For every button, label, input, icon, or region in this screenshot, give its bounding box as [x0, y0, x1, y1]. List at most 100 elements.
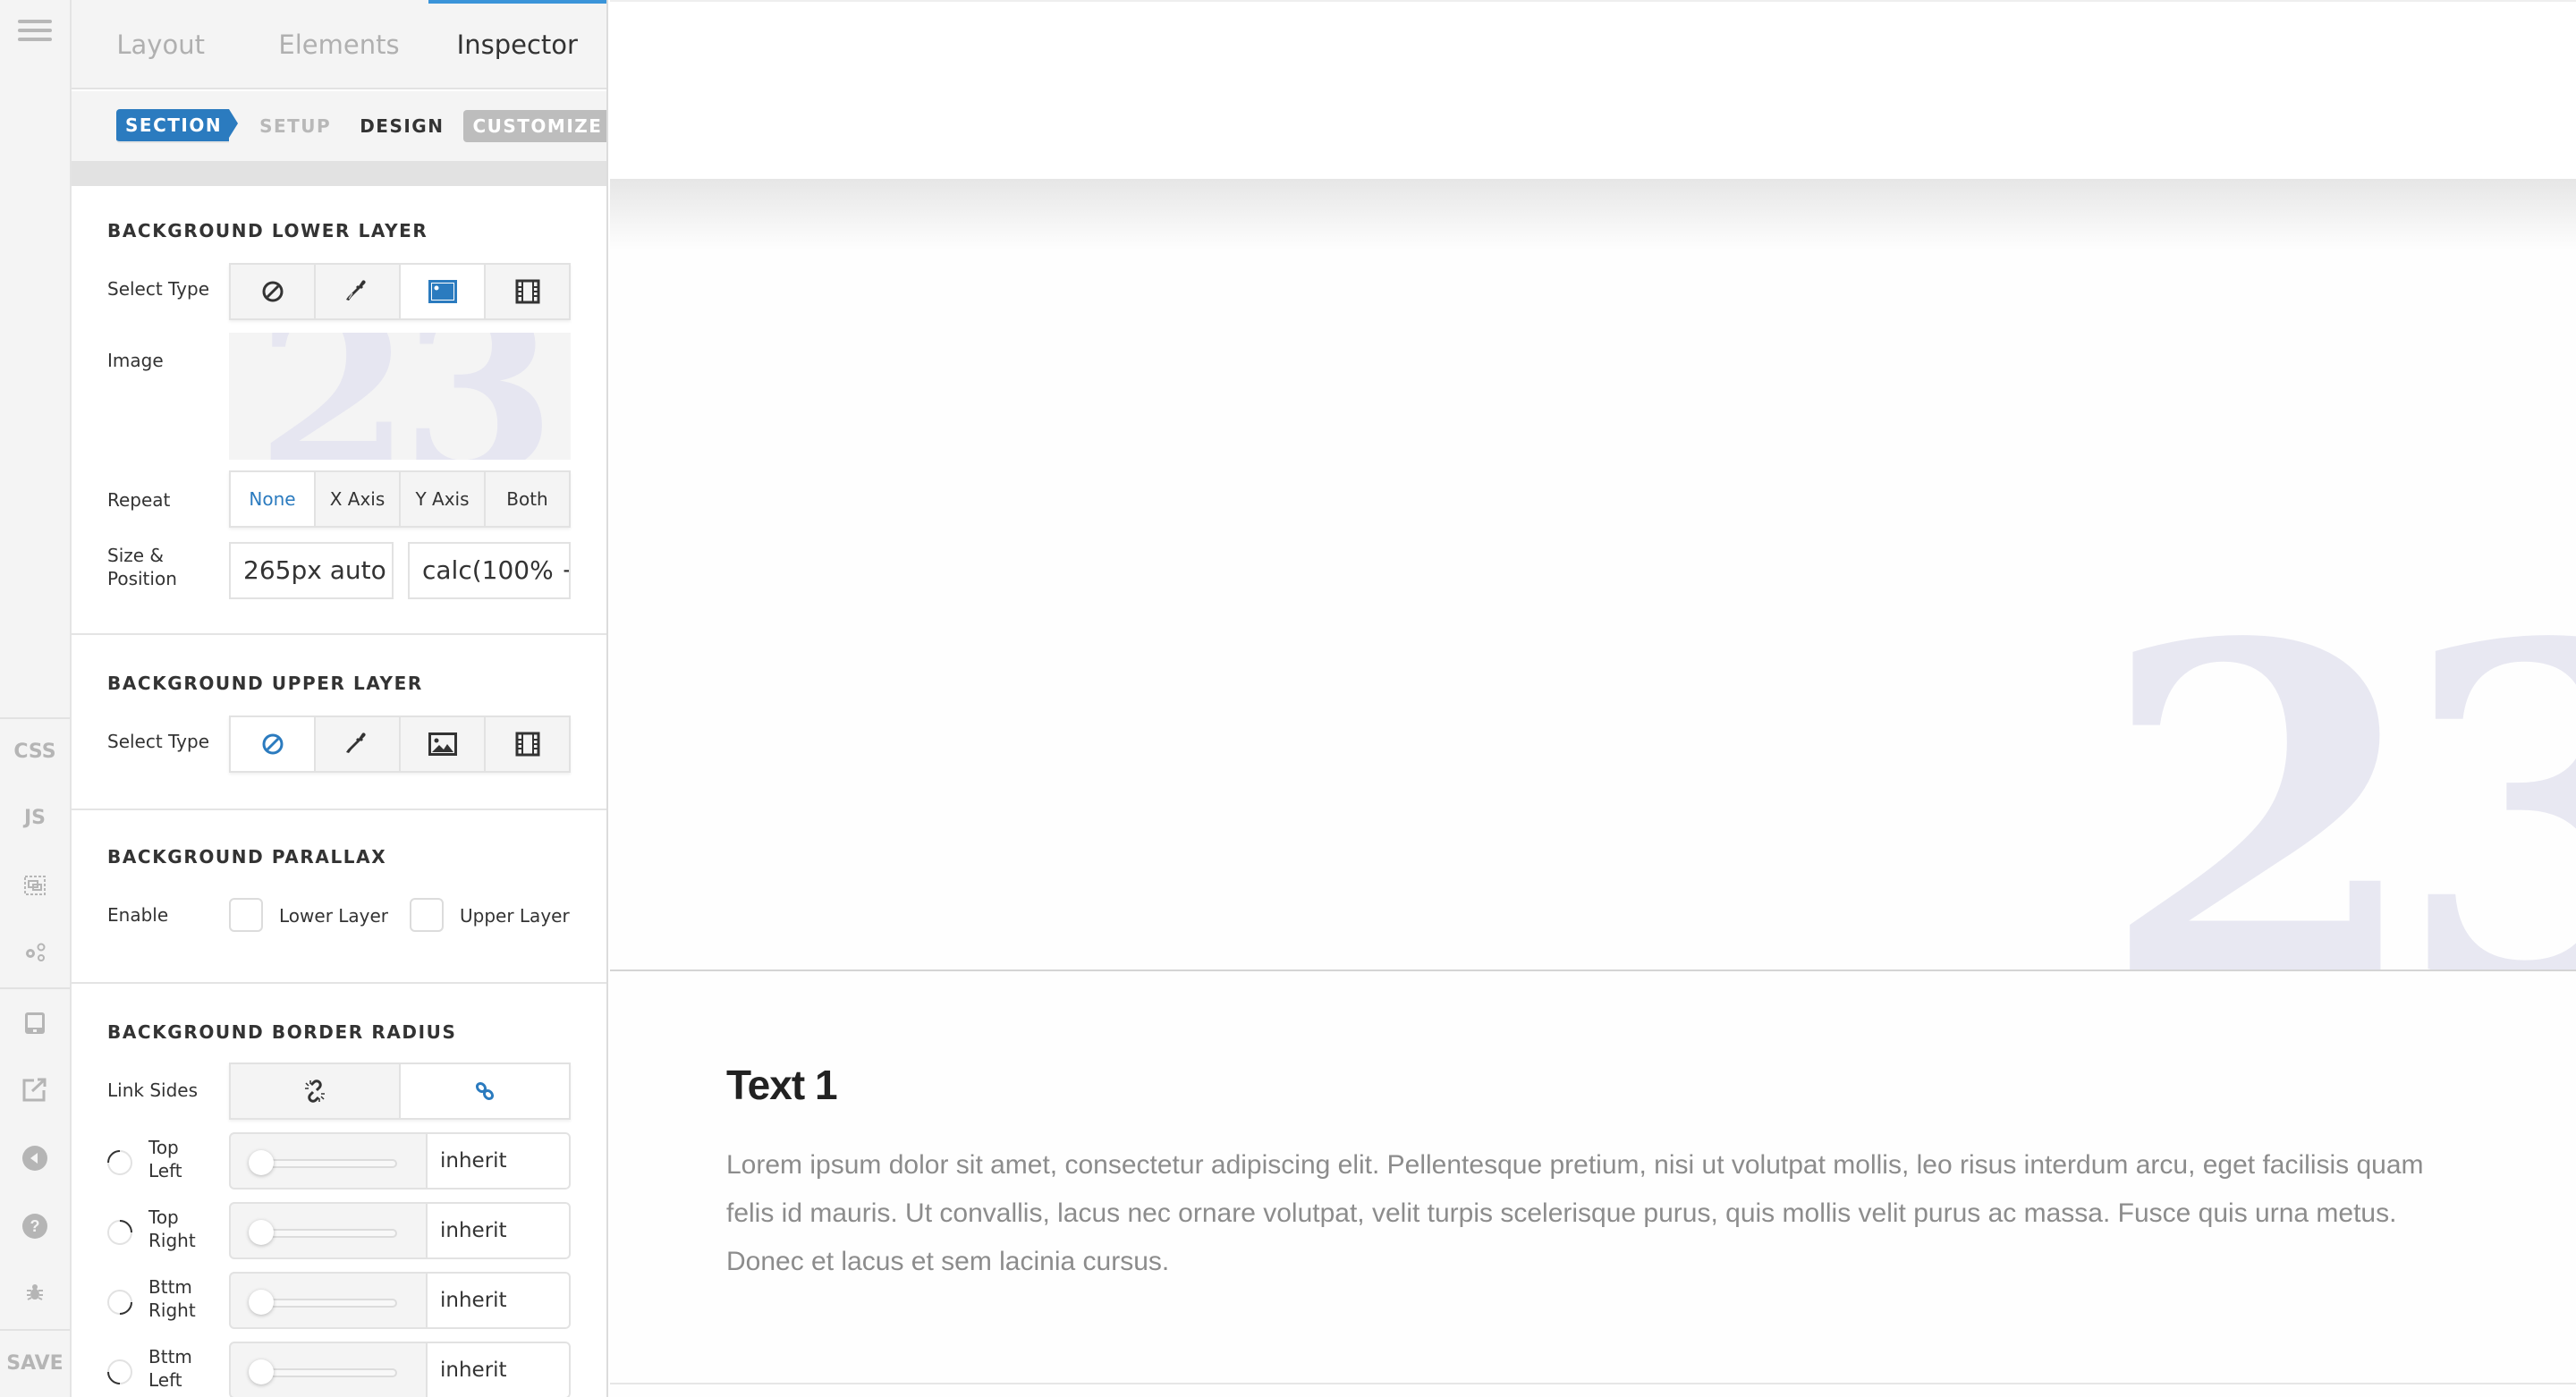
- top-left-radius-slider[interactable]: [231, 1134, 426, 1188]
- help-icon: ?: [22, 1214, 47, 1239]
- color-picker-icon: [345, 280, 366, 301]
- corner-label-line-2: Left: [148, 1160, 182, 1181]
- bottom-right-radius-slider[interactable]: [231, 1274, 426, 1327]
- image-icon: [428, 280, 457, 303]
- bottom-left-radius-input[interactable]: inherit: [426, 1343, 569, 1397]
- top-right-radius-input[interactable]: inherit: [426, 1204, 569, 1257]
- upper-layer-label: Upper Layer: [460, 905, 570, 927]
- breadcrumb-setup[interactable]: SETUP: [250, 110, 340, 142]
- lower-layer-type-selector: [229, 263, 571, 320]
- select-type-label: Select Type: [107, 278, 209, 300]
- image-preview[interactable]: 23: [229, 333, 571, 460]
- external-link-button[interactable]: [0, 1077, 70, 1107]
- select-type-label: Select Type: [107, 731, 209, 752]
- repeat-label: Repeat: [107, 489, 171, 511]
- type-video-button[interactable]: [486, 265, 569, 318]
- repeat-selector: None X Axis Y Axis Both: [229, 470, 571, 528]
- settings-button[interactable]: [0, 941, 70, 968]
- svg-text:?: ?: [30, 1217, 40, 1235]
- responsive-button[interactable]: [0, 1011, 70, 1041]
- repeat-none-button[interactable]: None: [231, 472, 316, 526]
- corner-bottom-right-icon: [107, 1290, 132, 1315]
- preview-hero-section[interactable]: 23: [610, 179, 2576, 971]
- rail-divider: [0, 987, 70, 989]
- slider-thumb[interactable]: [249, 1220, 274, 1245]
- bottom-left-radius-slider[interactable]: [231, 1343, 426, 1397]
- top-right-radius-slider[interactable]: [231, 1204, 426, 1257]
- unlink-icon: [305, 1080, 325, 1103]
- repeat-both-button[interactable]: Both: [486, 472, 569, 526]
- help-button[interactable]: ?: [0, 1213, 70, 1245]
- css-icon: CSS: [13, 741, 56, 763]
- slider-thumb[interactable]: [249, 1290, 274, 1315]
- none-icon: [262, 281, 283, 302]
- corner-label: Bttm Right: [148, 1275, 196, 1322]
- corner-label-line-1: Top: [148, 1206, 179, 1228]
- breadcrumb-section[interactable]: SECTION: [116, 109, 239, 143]
- section-background-border-radius: BACKGROUND BORDER RADIUS Link Sides Top L…: [72, 984, 606, 1397]
- top-left-radius-input[interactable]: inherit: [426, 1134, 569, 1188]
- image-label: Image: [107, 350, 164, 371]
- tab-elements[interactable]: Elements: [250, 0, 428, 88]
- background-size-input[interactable]: 265px auto: [229, 542, 394, 599]
- icon-rail: CSS JS ? SAVE: [0, 0, 72, 1397]
- type-image-button[interactable]: [401, 265, 486, 318]
- type-video-button[interactable]: [486, 717, 569, 771]
- background-position-input[interactable]: calc(100% +: [408, 542, 571, 599]
- inspector-panel: Layout Elements Inspector SECTION SETUP …: [72, 0, 608, 1397]
- customize-button[interactable]: CUSTOMIZE: [463, 110, 606, 142]
- breadcrumb-design[interactable]: DESIGN: [351, 110, 453, 142]
- section-shadow: [610, 179, 2576, 250]
- tab-layout[interactable]: Layout: [72, 0, 250, 88]
- corner-label-line-2: Right: [148, 1300, 196, 1321]
- css-button[interactable]: CSS: [0, 741, 70, 763]
- corner-label-line-2: Left: [148, 1369, 182, 1391]
- save-button[interactable]: SAVE: [0, 1352, 70, 1375]
- type-color-button[interactable]: [316, 717, 401, 771]
- tab-inspector[interactable]: Inspector: [428, 0, 606, 88]
- radius-row-top-left: Top Left inherit: [72, 1132, 606, 1191]
- corner-label: Bttm Left: [148, 1345, 192, 1392]
- back-icon: [22, 1146, 47, 1171]
- rail-divider: [0, 717, 70, 719]
- type-none-button[interactable]: [231, 265, 316, 318]
- slider-thumb[interactable]: [249, 1150, 274, 1175]
- none-icon: [262, 733, 283, 755]
- corner-bottom-left-icon: [107, 1359, 132, 1384]
- type-none-button[interactable]: [231, 717, 316, 771]
- section-title: BACKGROUND UPPER LAYER: [107, 673, 423, 694]
- bottom-left-radius-control: inherit: [229, 1342, 571, 1397]
- corner-label-line-1: Bttm: [148, 1346, 192, 1367]
- js-button[interactable]: JS: [0, 807, 70, 829]
- slider-thumb[interactable]: [249, 1359, 274, 1384]
- parallax-upper-layer-checkbox[interactable]: [410, 898, 444, 932]
- panel-separator: [72, 161, 606, 186]
- type-image-button[interactable]: [401, 717, 486, 771]
- bottom-right-radius-input[interactable]: inherit: [426, 1274, 569, 1327]
- text-element[interactable]: Text 1 Lorem ipsum dolor sit amet, conse…: [726, 1061, 2453, 1286]
- size-position-label: Size & Position: [107, 545, 177, 589]
- corner-top-right-icon: [107, 1220, 132, 1245]
- type-color-button[interactable]: [316, 265, 401, 318]
- section-background-parallax: BACKGROUND PARALLAX Enable Lower Layer U…: [72, 810, 606, 984]
- repeat-y-axis-button[interactable]: Y Axis: [401, 472, 486, 526]
- upper-layer-type-selector: [229, 715, 571, 773]
- radius-row-top-right: Top Right inherit: [72, 1202, 606, 1261]
- repeat-x-axis-button[interactable]: X Axis: [316, 472, 401, 526]
- hero-background-number: 23: [2098, 544, 2576, 971]
- menu-icon[interactable]: [18, 20, 52, 45]
- bottom-right-radius-control: inherit: [229, 1272, 571, 1329]
- image-icon: [428, 732, 457, 756]
- back-button[interactable]: [0, 1145, 70, 1177]
- corner-label-line-1: Bttm: [148, 1276, 192, 1298]
- rail-divider: [0, 1329, 70, 1331]
- text-heading: Text 1: [726, 1062, 838, 1108]
- layout-select-button[interactable]: [0, 875, 70, 902]
- image-preview-graphic: 23: [256, 333, 556, 460]
- parallax-lower-layer-checkbox[interactable]: [229, 898, 263, 932]
- unlink-sides-button[interactable]: [231, 1064, 401, 1118]
- link-sides-button[interactable]: [401, 1064, 569, 1118]
- page-preview: 23 Text 1 Lorem ipsum dolor sit amet, co…: [610, 0, 2576, 1397]
- bug-report-button[interactable]: [0, 1283, 70, 1308]
- preview-header-section[interactable]: [610, 0, 2576, 179]
